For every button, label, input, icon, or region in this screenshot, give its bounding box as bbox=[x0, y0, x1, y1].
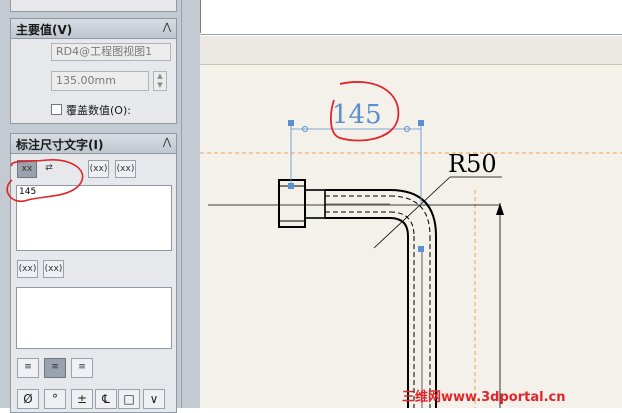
square-symbol-button[interactable]: □ bbox=[118, 389, 140, 409]
override-value-checkbox[interactable] bbox=[51, 104, 62, 115]
align-right-button[interactable]: ≡ bbox=[71, 358, 93, 378]
dimension-text-145: 145 bbox=[332, 100, 382, 130]
degree-symbol-button[interactable]: ° bbox=[44, 389, 66, 409]
override-value-label: 覆盖数值(O): bbox=[66, 104, 131, 117]
value-icon bbox=[31, 72, 49, 90]
pipe-drawing: 145 R50 bbox=[200, 81, 622, 408]
primary-value-title: 主要值(V) bbox=[16, 23, 73, 37]
primary-value-section: 主要值(V) ⋀ RD4@工程图视图1 135.00mm ▲ ▼ 覆盖数值(O): bbox=[10, 18, 177, 124]
drawing-canvas[interactable]: 145 R50 三维网www.3dportal.cn bbox=[200, 0, 622, 408]
handle-top-left bbox=[288, 120, 294, 126]
dimension-value-field[interactable]: 135.00mm bbox=[51, 71, 149, 91]
radius-text-r50: R50 bbox=[448, 150, 497, 178]
value-spinner[interactable]: ▲ ▼ bbox=[153, 71, 167, 91]
panel-splitter[interactable] bbox=[181, 0, 200, 408]
paren-button-3[interactable]: (xx) bbox=[17, 260, 38, 278]
watermark-text: 三维网www.3dportal.cn bbox=[402, 390, 566, 405]
red-annotation-overlay bbox=[6, 159, 84, 203]
dimension-reference-icon bbox=[31, 43, 49, 61]
paren-button-2[interactable]: (xx) bbox=[115, 160, 136, 178]
align-left-button[interactable]: ≡ bbox=[17, 358, 39, 378]
align-center-button[interactable]: ≡ bbox=[44, 358, 66, 378]
primary-value-header[interactable]: 主要值(V) ⋀ bbox=[11, 19, 176, 39]
plus-minus-symbol-button[interactable]: ± bbox=[71, 389, 93, 409]
dimension-reference-field[interactable]: RD4@工程图视图1 bbox=[51, 43, 171, 61]
property-manager-panel: 主要值(V) ⋀ RD4@工程图视图1 135.00mm ▲ ▼ 覆盖数值(O):… bbox=[0, 0, 181, 413]
collapse-chevron-icon[interactable]: ⋀ bbox=[160, 136, 174, 149]
dimension-text-lower-input[interactable] bbox=[16, 287, 172, 349]
collapse-chevron-icon[interactable]: ⋀ bbox=[160, 21, 174, 34]
diameter-symbol-button[interactable]: Ø bbox=[17, 389, 39, 409]
centerline-symbol-button[interactable]: ℄ bbox=[95, 389, 117, 409]
panel-top-strip bbox=[10, 0, 177, 12]
handle-bottom-right bbox=[418, 246, 424, 252]
handle-top-right bbox=[418, 120, 424, 126]
more-symbols-dropdown[interactable]: ∨ bbox=[143, 389, 165, 409]
handle-bottom-left bbox=[288, 183, 294, 189]
pipe-bend-inner bbox=[389, 217, 409, 237]
paren-button-4[interactable]: (xx) bbox=[43, 260, 64, 278]
